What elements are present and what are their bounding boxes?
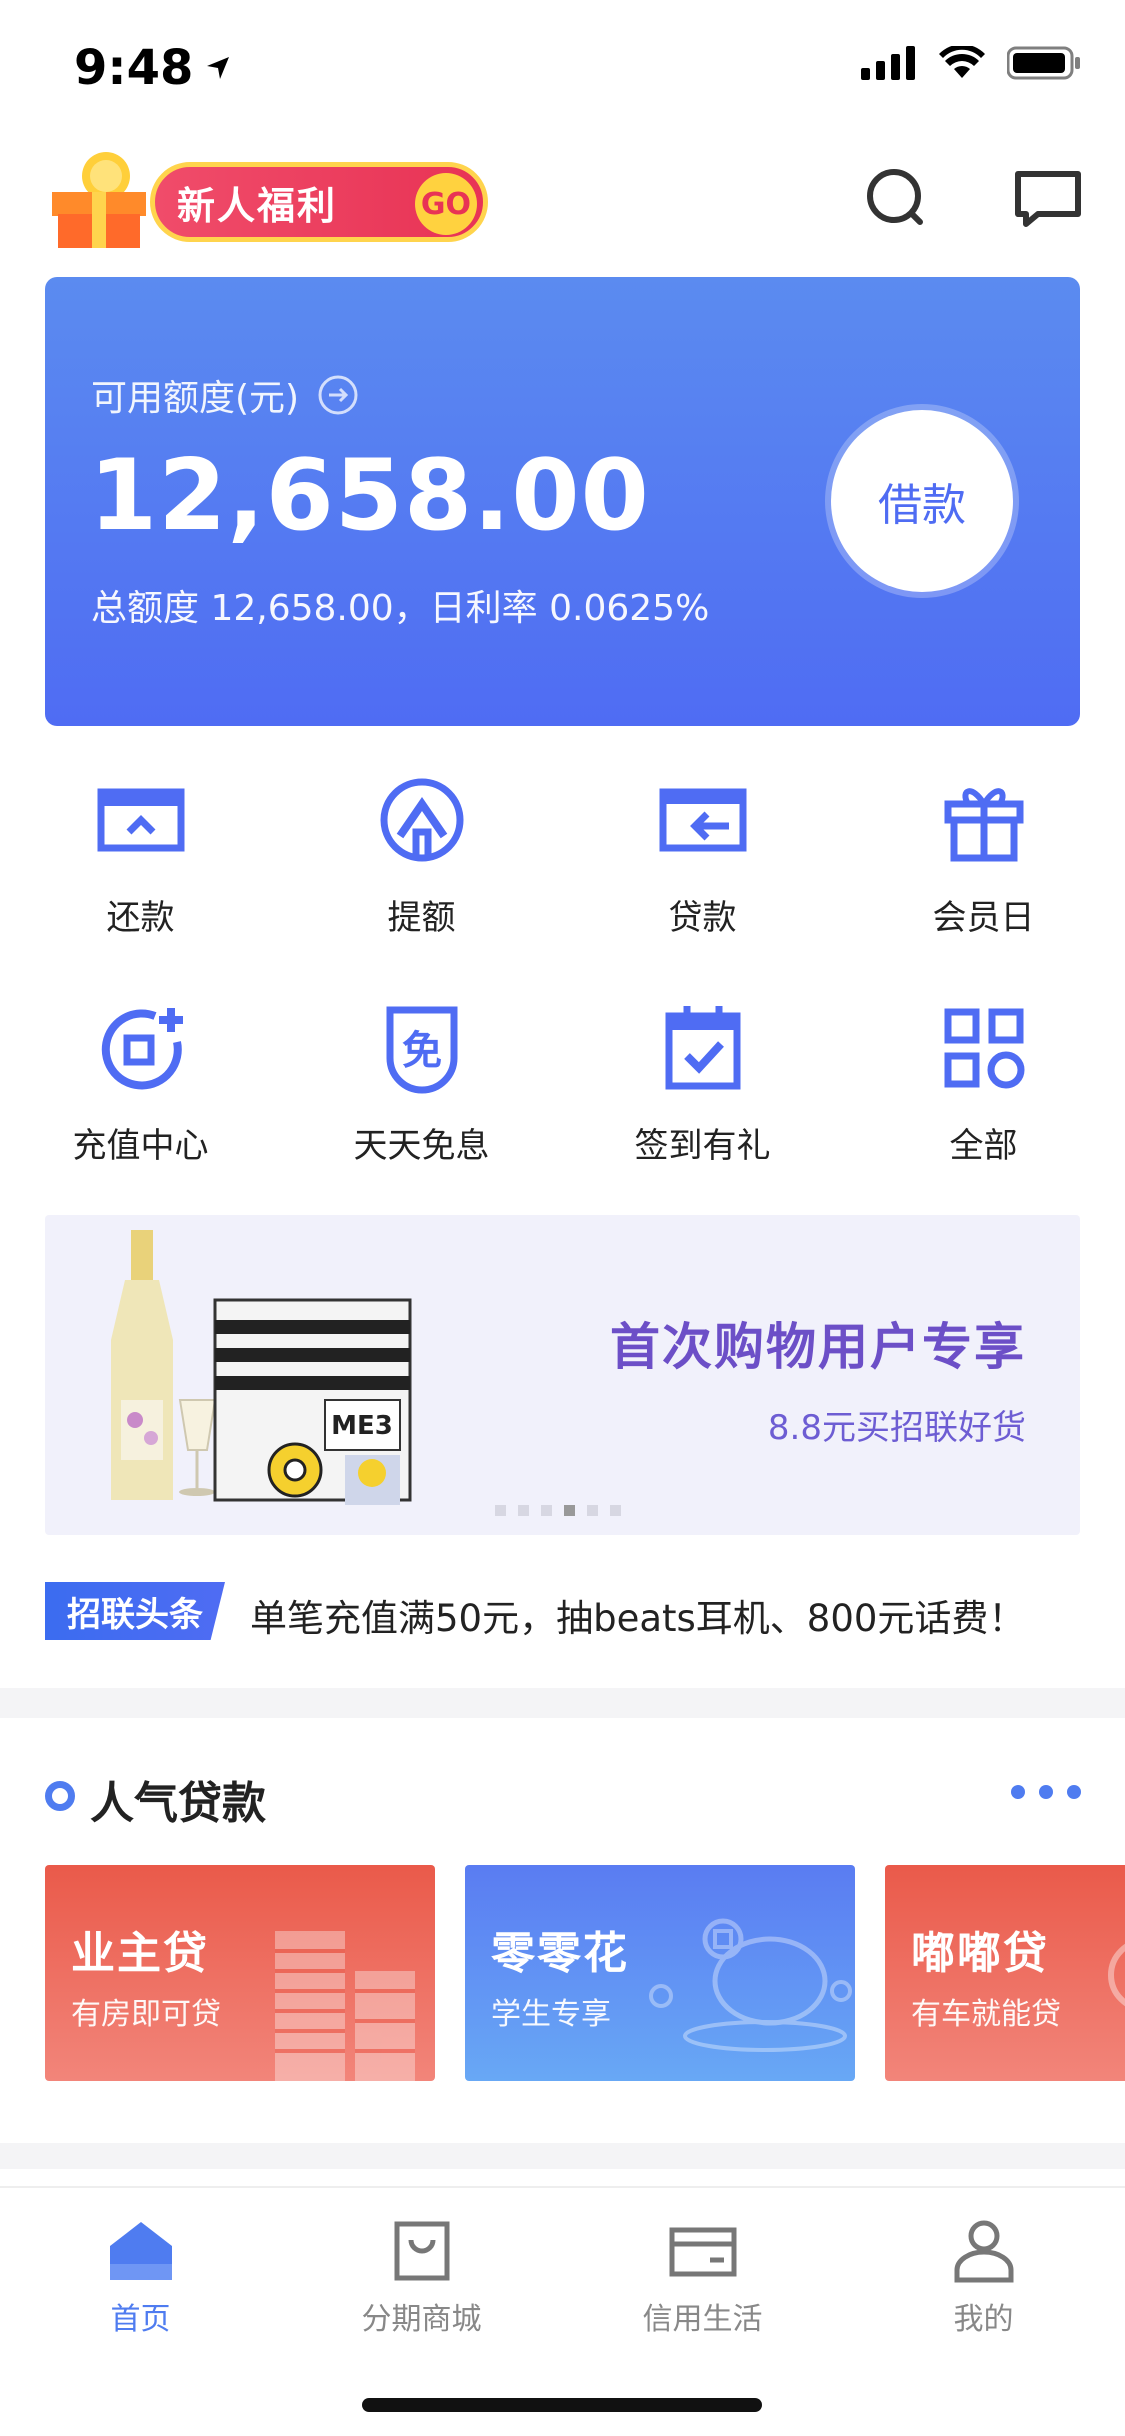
loan-icon — [659, 788, 746, 852]
top-bar: 新人福利 GO — [0, 132, 1125, 262]
profile-icon — [954, 2220, 1013, 2283]
section-divider — [0, 2143, 1125, 2169]
loan-card-car[interactable]: 嘟嘟贷 有车就能贷 — [885, 1865, 1125, 2081]
pagination-dot-active[interactable] — [564, 1505, 575, 1516]
available-credit-label: 可用额度(元) — [91, 378, 300, 419]
tab-label: 分期商城 — [361, 2302, 482, 2337]
pagination-dot[interactable] — [495, 1505, 506, 1516]
quick-action-label: 会员日 — [932, 898, 1035, 938]
tab-credit-life[interactable]: 信用生活 — [562, 2218, 843, 2338]
credit-card[interactable]: 可用额度(元) 12,658.00 总额度 12,658.00，日利率 0.06… — [45, 277, 1080, 726]
borrow-button[interactable]: 借款 — [831, 410, 1013, 592]
shopping-bag-icon — [394, 2221, 449, 2281]
quick-action-checkin[interactable]: 签到有礼 — [562, 988, 843, 1168]
quick-action-recharge[interactable]: 充值中心 — [0, 988, 281, 1168]
pagination-dot[interactable] — [518, 1505, 529, 1516]
quick-action-repay[interactable]: 还款 — [0, 760, 281, 940]
quick-action-member-day[interactable]: 会员日 — [843, 760, 1124, 940]
promo-banner[interactable]: ME3 首次购物用户专享 8.8元买招联好货 — [45, 1215, 1080, 1535]
repay-icon — [97, 788, 184, 852]
more-options-icon[interactable] — [1011, 1785, 1081, 1799]
loan-desc: 有房即可贷 — [71, 1997, 221, 2032]
pagination-dot[interactable] — [610, 1505, 621, 1516]
loan-name: 嘟嘟贷 — [911, 1928, 1049, 1979]
banner-product-image: ME3 — [111, 1230, 412, 1505]
promo-pill[interactable]: 新人福利 GO — [150, 162, 488, 242]
news-tag: 招联头条 — [45, 1582, 225, 1640]
tab-label: 信用生活 — [642, 2302, 763, 2337]
status-time: 9:48 — [74, 40, 194, 96]
popular-loans-list: 业主贷 有房即可贷 零零花 学生专享 嘟嘟贷 有车就能贷 — [0, 1865, 1125, 2081]
quick-action-label: 还款 — [106, 898, 175, 938]
home-indicator[interactable] — [362, 2398, 762, 2412]
tab-label: 首页 — [110, 2302, 171, 2337]
pagination-dot[interactable] — [587, 1505, 598, 1516]
loan-card-student[interactable]: 零零花 学生专享 — [465, 1865, 855, 2081]
promo-go-badge: GO — [415, 173, 477, 235]
tab-profile[interactable]: 我的 — [843, 2218, 1124, 2338]
quick-action-label: 充值中心 — [72, 1126, 209, 1166]
quick-action-label: 贷款 — [668, 898, 737, 938]
promo-label: 新人福利 — [177, 183, 338, 228]
loan-name: 业主贷 — [71, 1928, 209, 1979]
message-icon — [1015, 171, 1081, 227]
arrow-circle-right-icon[interactable] — [317, 374, 359, 416]
section-bullet-icon — [45, 1781, 75, 1811]
card-icon — [669, 2227, 736, 2277]
quick-action-loan[interactable]: 贷款 — [562, 760, 843, 940]
news-text[interactable]: 单笔充值满50元，抽beats耳机、800元话费！ — [250, 1588, 1025, 1642]
banner-product-text: ME3 — [331, 1411, 393, 1441]
wifi-icon — [939, 46, 985, 78]
battery-icon — [1007, 46, 1080, 80]
loan-desc: 有车就能贷 — [911, 1997, 1061, 2032]
newcomer-promo[interactable]: 新人福利 GO — [44, 140, 488, 260]
quick-action-interest-free[interactable]: 免 天天免息 — [281, 988, 562, 1168]
quick-action-label: 签到有礼 — [634, 1126, 771, 1166]
quick-action-raise-limit[interactable]: 提额 — [281, 760, 562, 940]
tab-home[interactable]: 首页 — [0, 2218, 281, 2338]
section-divider — [0, 1688, 1125, 1718]
pagination-dot[interactable] — [541, 1505, 552, 1516]
quick-action-label: 全部 — [949, 1126, 1018, 1166]
all-apps-icon — [944, 1008, 1024, 1089]
banner-title: 首次购物用户专享 — [610, 1318, 1026, 1376]
quick-action-label: 提额 — [387, 898, 456, 938]
popular-loans-title: 人气贷款 — [90, 1778, 266, 1829]
message-button[interactable] — [1008, 158, 1088, 238]
tab-label: 我的 — [953, 2302, 1014, 2337]
location-arrow-icon — [207, 57, 230, 79]
search-icon — [867, 169, 923, 225]
interest-free-icon: 免 — [386, 1006, 457, 1094]
available-credit-amount: 12,658.00 — [89, 439, 650, 553]
status-bar: 9:48 — [0, 0, 1125, 132]
search-button[interactable] — [858, 158, 938, 238]
popular-loans-header: 人气贷款 — [0, 1755, 1125, 1835]
svg-text:免: 免 — [402, 1028, 442, 1074]
banner-subtitle: 8.8元买招联好货 — [767, 1408, 1026, 1448]
home-icon — [109, 2222, 172, 2280]
piggy-bank-icon — [649, 1918, 852, 2052]
gift-box-mascot-icon — [52, 152, 146, 248]
quick-actions-grid: 还款 提额 贷款 会员日 充值中心 免 天天免息 签到有礼 全部 — [0, 760, 1125, 1180]
banner-pagination — [495, 1505, 621, 1516]
quick-action-label: 天天免息 — [353, 1126, 490, 1166]
calendar-check-icon — [665, 1006, 740, 1090]
recharge-icon — [101, 1008, 183, 1090]
buildings-icon — [275, 1931, 415, 2081]
cellular-signal-icon — [861, 46, 915, 80]
loan-name: 零零花 — [491, 1928, 629, 1979]
loan-card-homeowner[interactable]: 业主贷 有房即可贷 — [45, 1865, 435, 2081]
loan-desc: 学生专享 — [491, 1997, 611, 2032]
tab-shopping-mall[interactable]: 分期商城 — [281, 2218, 562, 2338]
credit-summary: 总额度 12,658.00，日利率 0.0625% — [91, 588, 710, 629]
news-ticker[interactable]: 招联头条 单笔充值满50元，抽beats耳机、800元话费！ — [0, 1570, 1125, 1650]
quick-action-all[interactable]: 全部 — [843, 988, 1124, 1168]
gift-icon — [944, 788, 1023, 862]
car-loan-icon — [1108, 1943, 1125, 2007]
raise-limit-icon — [380, 778, 463, 862]
